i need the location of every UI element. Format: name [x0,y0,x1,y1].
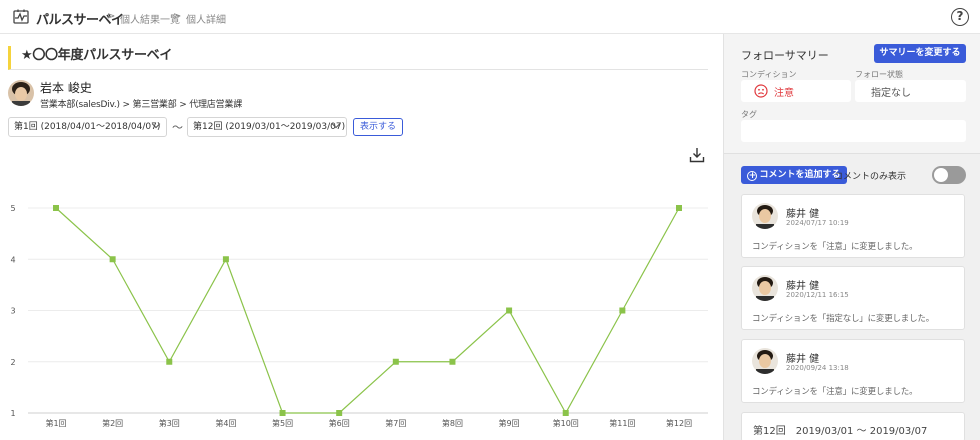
data-point [562,410,569,416]
commenter-name: 藤井 健 [786,354,820,365]
y-tick-label: 3 [10,307,15,316]
period-card[interactable]: 第12回 2019/03/01 ～ 2019/03/07 [741,412,965,440]
only-comments-label: コメントのみ表示 [834,172,907,182]
data-point [619,307,626,314]
x-tick-label: 第5回 [272,418,293,428]
data-point [53,205,59,211]
main-panel: ★〇〇年度パルスサーベイ 岩本 峻史 営業本部(salesDiv.) > 第三営… [0,34,723,440]
data-point [392,358,399,365]
person-avatar [8,80,34,106]
tag-label: タグ [741,110,757,119]
x-tick-label: 第10回 [553,418,579,428]
x-tick-label: 第4回 [215,418,236,428]
x-tick-label: 第8回 [442,418,463,428]
change-summary-button[interactable]: サマリーを変更する [874,44,966,63]
person-department: 営業本部(salesDiv.) > 第三営業部 > 代理店営業課 [40,100,242,110]
period-to-select[interactable]: 第12回 (2019/03/01～2019/03/07) [187,117,347,137]
top-bar: パルスサーベイ > 個人結果一覧 > 個人詳細 ? [0,0,980,34]
follow-summary-title: フォローサマリー [741,49,829,62]
x-tick-label: 第9回 [499,418,520,428]
x-tick-label: 第6回 [329,418,350,428]
comment-date: 2020/12/11 16:15 [786,291,849,299]
comment-date: 2020/09/24 13:18 [786,364,849,372]
condition-field[interactable]: 注意 [741,80,851,102]
x-tick-label: 第3回 [159,418,180,428]
breadcrumb-individual-detail: 個人詳細 [186,15,226,26]
worried-face-icon [754,84,768,98]
breadcrumb-separator: > [107,11,116,22]
condition-value: 注意 [774,88,794,99]
add-comment-button[interactable]: + コメントを追加する [741,166,847,184]
commenter-name: 藤井 健 [786,209,820,220]
side-panel: フォローサマリー サマリーを変更する コンディション 注意 フォロー状態 指定な… [723,34,980,440]
follow-status-value: 指定なし [871,88,911,99]
y-tick-label: 1 [10,409,15,418]
plus-circle-icon: + [747,171,758,181]
commenter-avatar [752,275,778,301]
y-tick-label: 4 [10,255,15,264]
x-tick-label: 第7回 [385,418,406,428]
comment-card[interactable]: 藤井 健 2020/12/11 16:15 コンディションを「指定なし」に変更し… [741,266,965,330]
period-to-value: 第12回 (2019/03/01～2019/03/07) [193,122,346,132]
breadcrumb-results-list[interactable]: 個人結果一覧 [120,11,180,26]
add-comment-label: コメントを追加する [759,170,841,180]
data-point [279,410,286,416]
follow-summary: フォローサマリー サマリーを変更する コンディション 注意 フォロー状態 指定な… [724,34,980,154]
download-icon[interactable] [688,146,706,164]
data-point [506,307,513,314]
data-point [449,358,456,365]
period-from-value: 第1回 (2018/04/01～2018/04/07) [14,122,161,132]
x-tick-label: 第11回 [609,418,635,428]
x-tick-label: 第2回 [102,418,123,428]
data-point [166,358,173,365]
survey-title: ★〇〇年度パルスサーベイ [8,46,708,70]
x-tick-label: 第12回 [666,418,692,428]
commenter-name: 藤井 健 [786,281,820,292]
comment-message: コンディションを「注意」に変更しました。 [752,387,918,397]
follow-status-label: フォロー状態 [855,70,903,79]
period-separator: ～ [172,121,183,134]
commenter-avatar [752,203,778,229]
line-chart: 1 2 3 4 5 第1回 第2回 第3回 第4回 第5回 第6回 第7回 第8回 第9回 第10回 第11回… [10,204,708,428]
comment-message: コンディションを「注意」に変更しました。 [752,242,918,252]
condition-label: コンディション [741,70,797,79]
person-name: 岩本 峻史 [40,81,92,95]
data-point [109,256,116,263]
only-comments-toggle[interactable] [932,166,966,184]
pulse-survey-icon [13,9,29,24]
comment-card[interactable]: 藤井 健 2020/09/24 13:18 コンディションを「注意」に変更しまし… [741,339,965,403]
period-from-select[interactable]: 第1回 (2018/04/01～2018/04/07) [8,117,167,137]
data-point [222,256,229,263]
y-tick-label: 5 [10,204,15,213]
commenter-avatar [752,348,778,374]
tag-field[interactable] [741,120,966,142]
comment-card[interactable]: 藤井 健 2024/07/17 10:19 コンディションを「注意」に変更しまし… [741,194,965,258]
breadcrumb-separator: > [173,11,182,22]
follow-status-field[interactable]: 指定なし [855,80,966,102]
data-point [336,410,343,416]
toggle-knob [934,168,948,182]
help-icon[interactable]: ? [951,8,969,26]
comment-message: コンディションを「指定なし」に変更しました。 [752,314,935,324]
show-button[interactable]: 表示する [353,118,403,136]
y-tick-label: 2 [10,358,15,367]
comment-date: 2024/07/17 10:19 [786,219,849,227]
data-point [676,205,682,211]
x-tick-label: 第1回 [45,418,66,428]
